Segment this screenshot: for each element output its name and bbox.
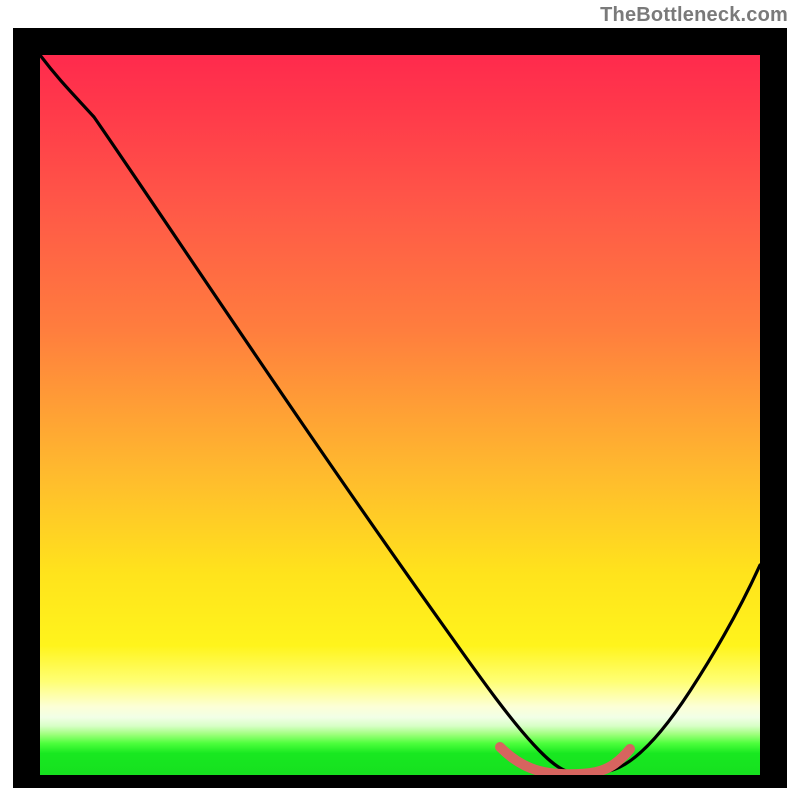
chart-frame [13,28,787,788]
watermark-text: TheBottleneck.com [600,4,788,27]
chart-stage: TheBottleneck.com [0,0,800,800]
curve-layer [40,55,760,775]
optimal-band [500,747,630,774]
bottleneck-curve [40,55,760,773]
plot-area [40,55,760,775]
